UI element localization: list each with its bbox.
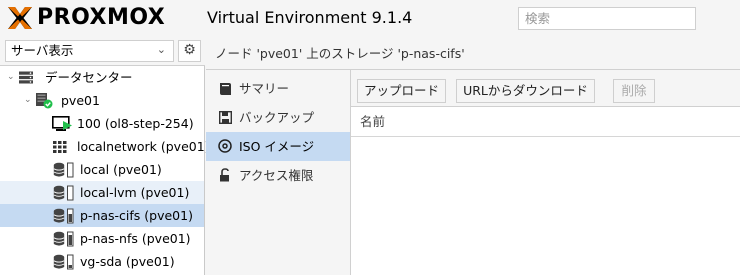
disc-icon <box>217 132 233 163</box>
node-online-icon <box>36 93 53 109</box>
book-icon <box>217 74 233 106</box>
unlock-icon <box>217 161 233 192</box>
collapse-chevron-icon[interactable]: ⌄ <box>24 89 32 112</box>
storage-icon <box>53 185 74 201</box>
upload-button[interactable]: アップロード <box>357 79 446 103</box>
tree-item-node[interactable]: ⌄ pve01 <box>0 89 204 112</box>
tree-item-label: 100 (ol8-step-254) <box>77 116 194 131</box>
app-version-title: Virtual Environment 9.1.4 <box>207 8 413 27</box>
storage-icon <box>53 208 74 224</box>
storage-panel: ノード 'pve01' 上のストレージ 'p-nas-cifs' サマリー バッ… <box>206 37 740 275</box>
iso-images-view: アップロード URLからダウンロード 削除 名前 <box>351 70 740 275</box>
tree-item-label: local-lvm (pve01) <box>80 185 190 200</box>
proxmox-logo[interactable]: PROXMOX <box>6 4 202 32</box>
resource-tree-panel: サーバ表示 ⌄ ⚙ ⌄ データセンター ⌄ pve01 100 (ol8-ste… <box>0 37 210 275</box>
nav-item-backup[interactable]: バックアップ <box>206 103 350 132</box>
view-selector-bar: サーバ表示 ⌄ ⚙ <box>0 37 205 66</box>
floppy-disk-icon <box>217 103 233 134</box>
tree-item-label: pve01 <box>61 93 100 108</box>
view-select[interactable]: サーバ表示 ⌄ <box>5 40 174 62</box>
datacenter-icon <box>19 71 33 84</box>
vm-running-icon <box>52 116 72 131</box>
tree-item-label: local (pve01) <box>80 162 162 177</box>
tree-item-storage-local[interactable]: local (pve01) <box>0 158 204 181</box>
download-from-url-button[interactable]: URLからダウンロード <box>456 79 595 103</box>
breadcrumb: ノード 'pve01' 上のストレージ 'p-nas-cifs' <box>206 37 740 70</box>
storage-icon <box>53 162 74 178</box>
proxmox-x-icon <box>8 7 32 29</box>
network-grid-icon <box>53 141 67 153</box>
gear-icon: ⚙ <box>183 42 196 58</box>
tree-item-storage-p-nas-nfs[interactable]: p-nas-nfs (pve01) <box>0 227 204 250</box>
nav-item-label: サマリー <box>239 81 290 96</box>
tree-item-storage-vg-sda[interactable]: vg-sda (pve01) <box>0 250 204 273</box>
storage-icon <box>53 231 74 247</box>
tree-item-label: vg-sda (pve01) <box>80 254 175 269</box>
collapse-chevron-icon[interactable]: ⌄ <box>7 66 15 89</box>
toolbar: アップロード URLからダウンロード 削除 <box>351 70 740 107</box>
storage-icon <box>53 254 74 270</box>
tree-item-label: p-nas-nfs (pve01) <box>80 231 191 246</box>
nav-item-iso-images[interactable]: ISO イメージ <box>206 132 350 161</box>
nav-item-permissions[interactable]: アクセス権限 <box>206 161 350 190</box>
search-input[interactable]: 検索 <box>518 7 696 30</box>
nav-item-label: ISO イメージ <box>239 139 315 154</box>
view-select-value: サーバ表示 <box>11 43 74 58</box>
tree-item-network[interactable]: localnetwork (pve01) <box>0 135 210 158</box>
tree-item-label: localnetwork (pve01) <box>77 139 210 154</box>
chevron-down-icon: ⌄ <box>156 43 166 56</box>
storage-nav: サマリー バックアップ ISO イメージ アクセス権限 <box>206 70 351 275</box>
top-bar: PROXMOX Virtual Environment 9.1.4 検索 <box>0 0 740 37</box>
nav-item-summary[interactable]: サマリー <box>206 74 350 103</box>
gear-button[interactable]: ⚙ <box>178 40 201 62</box>
tree-item-label: p-nas-cifs (pve01) <box>80 208 193 223</box>
tree-item-datacenter[interactable]: ⌄ データセンター <box>0 66 204 89</box>
tree-item-storage-p-nas-cifs[interactable]: p-nas-cifs (pve01) <box>0 204 204 227</box>
tree-item-storage-local-lvm[interactable]: local-lvm (pve01) <box>0 181 204 204</box>
delete-button[interactable]: 削除 <box>613 79 655 103</box>
column-header-name[interactable]: 名前 <box>351 107 740 137</box>
tree-item-vm[interactable]: 100 (ol8-step-254) <box>0 112 204 135</box>
nav-item-label: バックアップ <box>239 110 315 125</box>
tree-item-label: データセンター <box>45 70 133 85</box>
nav-item-label: アクセス権限 <box>239 168 314 183</box>
logo-text: PROXMOX <box>37 5 166 30</box>
